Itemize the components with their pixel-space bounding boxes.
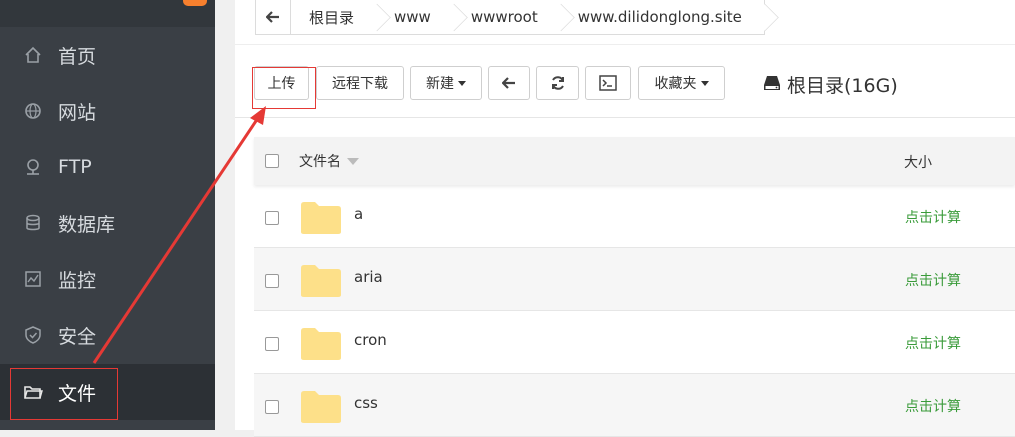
- refresh-button[interactable]: [536, 66, 579, 100]
- folder-icon: [300, 327, 342, 365]
- folder-icon: [300, 390, 342, 428]
- disk-info[interactable]: 根目录(16G): [763, 71, 898, 98]
- toolbar: 上传 远程下载 新建 收藏夹 根目录(16G): [235, 45, 1015, 118]
- caret-down-icon: [458, 80, 466, 86]
- sort-down-icon: [347, 157, 359, 165]
- notification-badge[interactable]: [183, 0, 207, 6]
- database-icon: [23, 213, 43, 233]
- favorites-dropdown-button[interactable]: 收藏夹: [638, 66, 725, 100]
- breadcrumb: 根目录 www wwwroot www.dilidonglong.site: [255, 0, 765, 35]
- globe-icon: [23, 101, 43, 121]
- calc-size-link[interactable]: 点击计算: [905, 396, 961, 416]
- disk-label: 根目录(16G): [787, 75, 898, 97]
- calc-size-link[interactable]: 点击计算: [905, 270, 961, 290]
- caret-down-icon: [700, 80, 709, 86]
- table-row[interactable]: css 点击计算: [254, 374, 1015, 437]
- row-checkbox[interactable]: [265, 337, 279, 351]
- sidebar-item-security[interactable]: 安全: [0, 307, 215, 363]
- name-header-label: 文件名: [299, 154, 341, 170]
- terminal-icon: [599, 75, 617, 91]
- back-button[interactable]: [256, 0, 291, 34]
- calc-size-link[interactable]: 点击计算: [905, 333, 961, 353]
- name-column-header[interactable]: 文件名: [299, 151, 359, 171]
- row-checkbox[interactable]: [265, 400, 279, 414]
- new-dropdown-button[interactable]: 新建: [410, 66, 482, 100]
- refresh-icon: [551, 76, 564, 90]
- breadcrumb-item[interactable]: 根目录: [291, 0, 376, 34]
- hdd-icon: [763, 74, 781, 96]
- home-icon: [23, 45, 43, 65]
- go-back-button[interactable]: [488, 66, 530, 100]
- sidebar-item-monitor[interactable]: 监控: [0, 251, 215, 307]
- folder-icon: [23, 382, 43, 402]
- ftp-icon: [23, 157, 43, 177]
- folder-icon: [300, 264, 342, 302]
- breadcrumb-bar: 根目录 www wwwroot www.dilidonglong.site: [235, 0, 1015, 45]
- sidebar-item-label: 数据库: [58, 213, 116, 236]
- sidebar-item-label: 网站: [58, 101, 97, 124]
- row-checkbox[interactable]: [265, 211, 279, 225]
- breadcrumb-item[interactable]: wwwroot: [453, 0, 560, 34]
- sidebar-item-label: 安全: [58, 325, 97, 348]
- breadcrumb-item[interactable]: www: [376, 0, 453, 34]
- monitor-icon: [23, 269, 43, 289]
- table-row[interactable]: aria 点击计算: [254, 248, 1015, 311]
- remote-download-button[interactable]: 远程下载: [316, 66, 404, 100]
- table-row[interactable]: cron 点击计算: [254, 311, 1015, 374]
- sidebar-header: [0, 0, 215, 27]
- file-name[interactable]: cron: [354, 331, 387, 349]
- sidebar-item-label: 监控: [58, 269, 97, 292]
- sidebar: 首页 网站 FTP 数据库 监控 安全 文件: [0, 0, 215, 430]
- breadcrumb-item[interactable]: www.dilidonglong.site: [560, 0, 764, 34]
- shield-icon: [23, 325, 43, 345]
- select-all-checkbox[interactable]: [265, 154, 279, 168]
- arrow-left-icon: [266, 11, 279, 23]
- sidebar-item-label: FTP: [58, 156, 92, 178]
- sidebar-item-files[interactable]: 文件: [0, 364, 215, 420]
- new-label: 新建: [426, 76, 454, 92]
- size-column-header[interactable]: 大小: [904, 152, 932, 172]
- terminal-button[interactable]: [585, 66, 631, 100]
- file-name[interactable]: aria: [354, 268, 383, 286]
- file-name[interactable]: css: [354, 394, 378, 412]
- sidebar-item-label: 文件: [58, 382, 97, 405]
- sidebar-item-label: 首页: [58, 45, 97, 68]
- sidebar-item-website[interactable]: 网站: [0, 83, 215, 139]
- row-checkbox[interactable]: [265, 274, 279, 288]
- calc-size-link[interactable]: 点击计算: [905, 207, 961, 227]
- sidebar-item-ftp[interactable]: FTP: [0, 139, 215, 195]
- arrow-left-icon: [502, 77, 515, 89]
- file-manager: 根目录 www wwwroot www.dilidonglong.site 上传…: [235, 0, 1015, 437]
- upload-button[interactable]: 上传: [254, 66, 309, 100]
- table-row[interactable]: a 点击计算: [254, 185, 1015, 248]
- sidebar-item-database[interactable]: 数据库: [0, 195, 215, 251]
- file-name[interactable]: a: [354, 205, 363, 223]
- sidebar-item-home[interactable]: 首页: [0, 27, 215, 83]
- table-header: 文件名 大小: [254, 137, 1015, 185]
- folder-icon: [300, 201, 342, 239]
- favorites-label: 收藏夹: [654, 76, 697, 92]
